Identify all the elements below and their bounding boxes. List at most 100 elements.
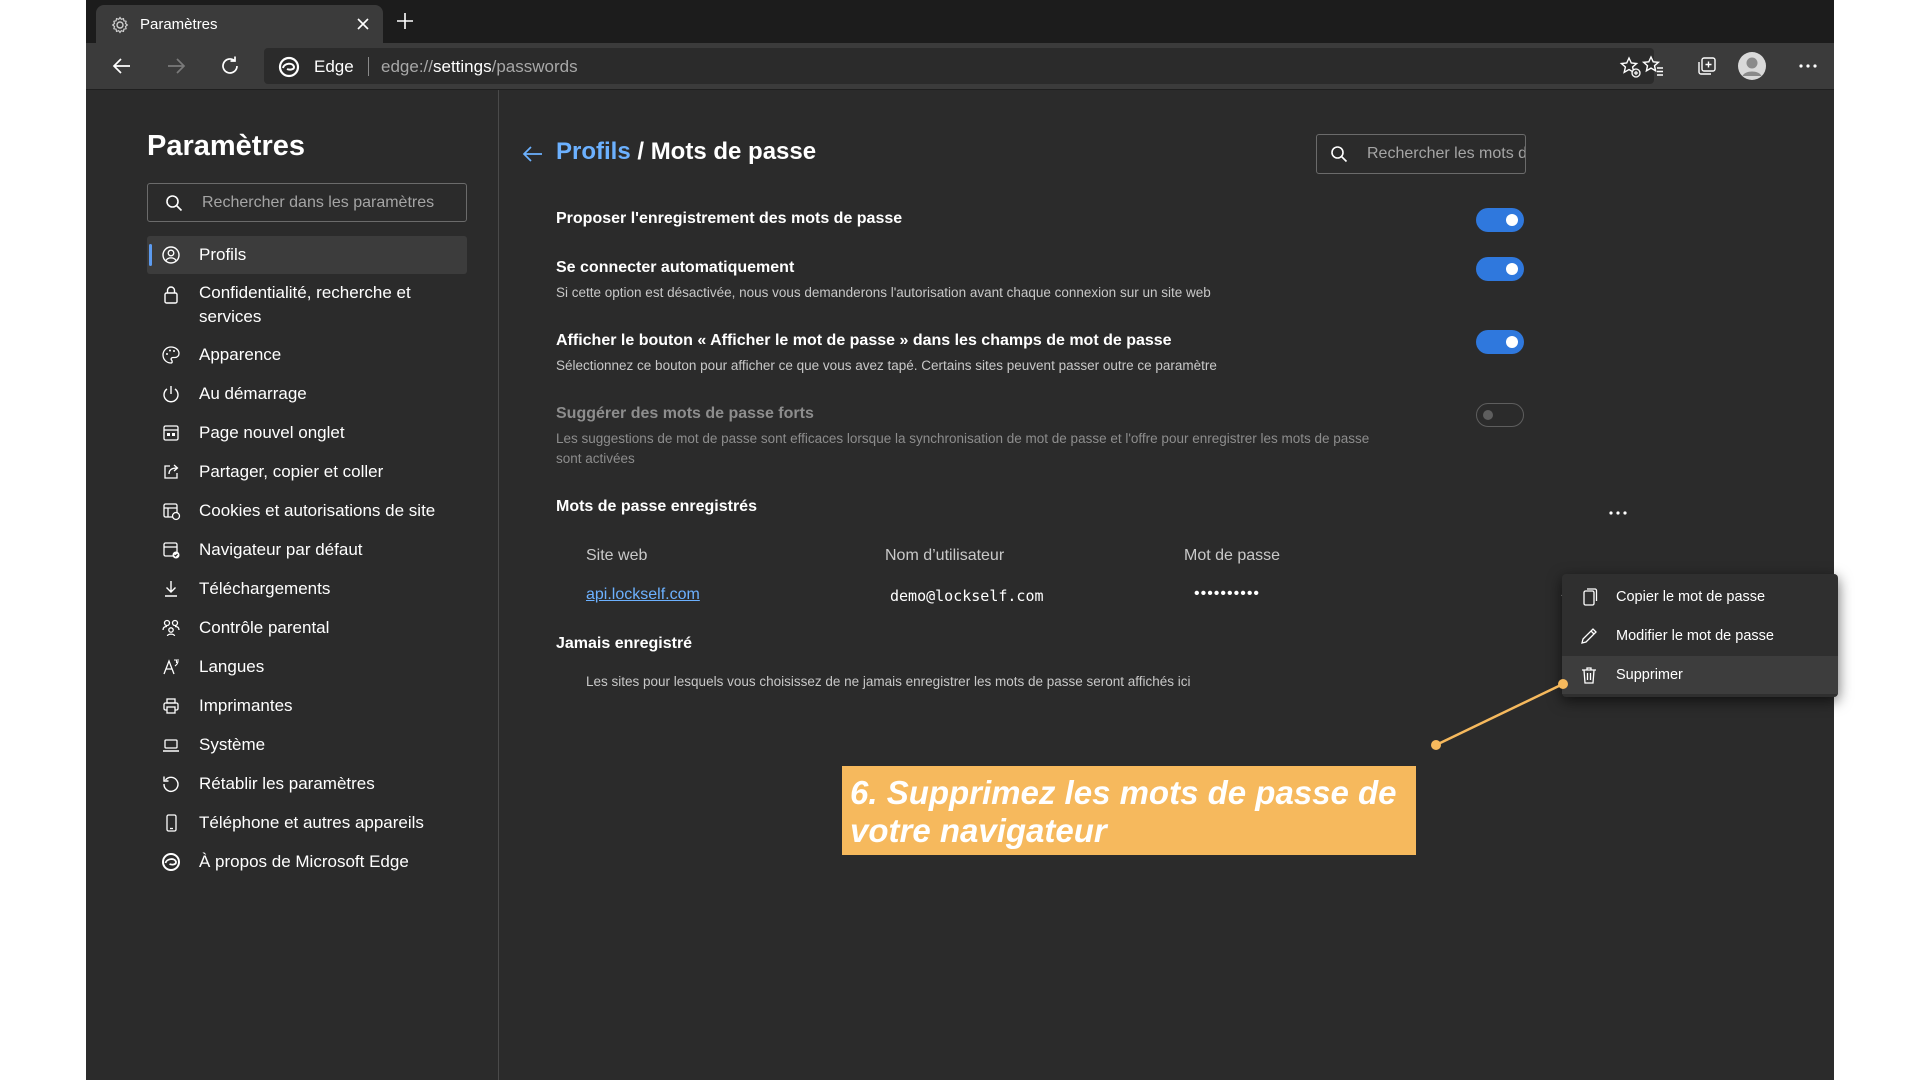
sidebar-item-apparence[interactable]: Apparence: [147, 338, 467, 372]
newtab-page-icon: [163, 425, 179, 441]
row-username: demo@lockself.com: [890, 587, 1044, 605]
sidebar-item-label: Contrôle parental: [199, 618, 330, 637]
sidebar-item-imprimantes[interactable]: Imprimantes: [147, 689, 467, 723]
url-bold: settings: [433, 57, 492, 76]
callout-text: 6. Supprimez les mots de passe de votre …: [850, 774, 1397, 849]
default-browser-icon: [163, 542, 180, 559]
profile-icon: [162, 246, 180, 264]
copy-icon: [1583, 588, 1598, 606]
sidebar-item-label: Apparence: [199, 345, 282, 364]
tab-settings[interactable]: Paramètres: [96, 5, 383, 43]
sidebar-item-label: Partager, copier et coller: [199, 462, 384, 481]
new-tab-icon[interactable]: [394, 10, 416, 32]
sidebar-item-label: Langues: [199, 657, 265, 676]
setting-reveal-button-desc: Sélectionnez ce bouton pour afficher ce …: [556, 358, 1217, 373]
sidebar-item-confidentialite[interactable]: Confidentialité, recherche et services: [147, 278, 467, 328]
settings-sidebar: Paramètres Rechercher dans les paramètre…: [86, 90, 499, 1080]
settings-search-placeholder: Rechercher dans les paramètres: [202, 194, 435, 211]
setting-strong-passwords-title: Suggérer des mots de passe forts: [556, 405, 814, 422]
autosignin-toggle[interactable]: [1476, 257, 1524, 281]
edit-password-label: Modifier le mot de passe: [1616, 628, 1774, 644]
offer-save-toggle[interactable]: [1476, 208, 1524, 232]
collections-icon[interactable]: [1695, 54, 1719, 78]
sidebar-item-navigateur-defaut[interactable]: Navigateur par défaut: [147, 533, 467, 567]
breadcrumb-profils-link[interactable]: Profils: [556, 138, 631, 165]
avatar[interactable]: [1737, 51, 1767, 81]
edge-logo-icon: [162, 853, 180, 871]
favorites-icon[interactable]: [1641, 54, 1665, 78]
laptop-icon: [163, 739, 179, 752]
url-prefix: edge://: [381, 57, 433, 76]
forward-icon[interactable]: [164, 54, 188, 78]
delete-password-menu-item[interactable]: Supprimer: [1562, 656, 1838, 694]
delete-password-label: Supprimer: [1616, 667, 1683, 683]
pencil-icon: [1581, 628, 1597, 644]
back-icon[interactable]: [110, 54, 134, 78]
sidebar-item-telephone[interactable]: Téléphone et autres appareils: [147, 806, 467, 840]
address-separator: [368, 57, 369, 76]
sidebar-item-label: Page nouvel onglet: [199, 423, 345, 442]
setting-strong-passwords-desc-line2: sont activées: [556, 451, 635, 466]
address-url[interactable]: edge://settings/passwords: [381, 57, 578, 77]
browser-window: Paramètres Edge edge://settings/password…: [86, 0, 1834, 1080]
sidebar-item-retablir[interactable]: Rétablir les paramètres: [147, 767, 467, 801]
copy-password-menu-item[interactable]: Copier le mot de passe: [1562, 578, 1838, 616]
search-icon: [1331, 146, 1348, 163]
sidebar-item-label: Cookies et autorisations de site: [199, 501, 436, 520]
copy-password-label: Copier le mot de passe: [1616, 589, 1766, 605]
gear-icon: [111, 16, 129, 34]
cookies-icon: [163, 503, 181, 521]
sidebar-item-profils[interactable]: Profils: [147, 236, 467, 274]
sidebar-item-label: Profils: [199, 245, 247, 264]
sidebar-item-label: Imprimantes: [199, 696, 293, 715]
sidebar-item-partager[interactable]: Partager, copier et coller: [147, 455, 467, 489]
column-header-password: Mot de passe: [1184, 547, 1281, 564]
sidebar-item-controle-parental[interactable]: Contrôle parental: [147, 611, 467, 645]
settings-search-input[interactable]: Rechercher dans les paramètres: [147, 183, 467, 222]
never-saved-desc: Les sites pour lesquels vous choisissez …: [586, 674, 1191, 689]
sidebar-item-telechargements[interactable]: Téléchargements: [147, 572, 467, 606]
column-header-site: Site web: [586, 547, 648, 564]
sidebar-item-cookies[interactable]: Cookies et autorisations de site: [147, 494, 467, 528]
reveal-button-toggle[interactable]: [1476, 330, 1524, 354]
sidebar-item-systeme[interactable]: Système: [147, 728, 467, 762]
close-icon[interactable]: [353, 14, 373, 34]
share-icon: [164, 464, 179, 479]
edit-password-menu-item[interactable]: Modifier le mot de passe: [1562, 617, 1838, 655]
sidebar-item-label: Au démarrage: [199, 384, 307, 403]
sidebar-item-a-propos[interactable]: À propos de Microsoft Edge: [147, 845, 467, 879]
tab-strip: Paramètres: [86, 0, 1834, 43]
add-favorite-icon[interactable]: [1618, 55, 1642, 79]
family-icon: [162, 619, 180, 637]
address-edge-label: Edge: [314, 57, 354, 76]
languages-icon: [163, 659, 179, 675]
address-bar[interactable]: Edge edge://settings/passwords: [264, 48, 1654, 84]
password-search-input[interactable]: Rechercher les mots d: [1316, 134, 1526, 174]
palette-icon: [162, 346, 180, 364]
column-header-username: Nom d’utilisateur: [885, 547, 1005, 564]
sidebar-item-label: Téléphone et autres appareils: [199, 813, 424, 832]
sidebar-item-langues[interactable]: Langues: [147, 650, 467, 684]
never-saved-title: Jamais enregistré: [556, 635, 693, 652]
setting-reveal-button-title: Afficher le bouton « Afficher le mot de …: [556, 332, 1172, 349]
saved-passwords-more-icon[interactable]: [1607, 508, 1629, 518]
sidebar-title: Paramètres: [147, 130, 305, 162]
strong-passwords-toggle: [1476, 403, 1524, 427]
password-context-menu: Copier le mot de passe Modifier le mot d…: [1562, 574, 1838, 697]
trash-icon: [1582, 667, 1596, 684]
password-search-placeholder: Rechercher les mots d: [1367, 145, 1526, 162]
sidebar-item-nouvel-onglet[interactable]: Page nouvel onglet: [147, 416, 467, 450]
edge-logo-icon: [278, 56, 300, 78]
row-password: ••••••••••: [1194, 585, 1261, 602]
url-suffix: /passwords: [491, 57, 578, 76]
row-site-link[interactable]: api.lockself.com: [586, 586, 700, 604]
sidebar-item-label: Téléchargements: [199, 579, 331, 598]
power-icon: [163, 386, 179, 403]
sidebar-item-label-line2: services: [199, 307, 262, 326]
sidebar-item-demarrage[interactable]: Au démarrage: [147, 377, 467, 411]
more-options-icon[interactable]: [1796, 54, 1820, 78]
back-arrow-icon[interactable]: [521, 142, 545, 166]
refresh-icon[interactable]: [218, 54, 242, 78]
toolbar: Edge edge://settings/passwords: [86, 43, 1834, 90]
saved-passwords-title: Mots de passe enregistrés: [556, 498, 757, 515]
